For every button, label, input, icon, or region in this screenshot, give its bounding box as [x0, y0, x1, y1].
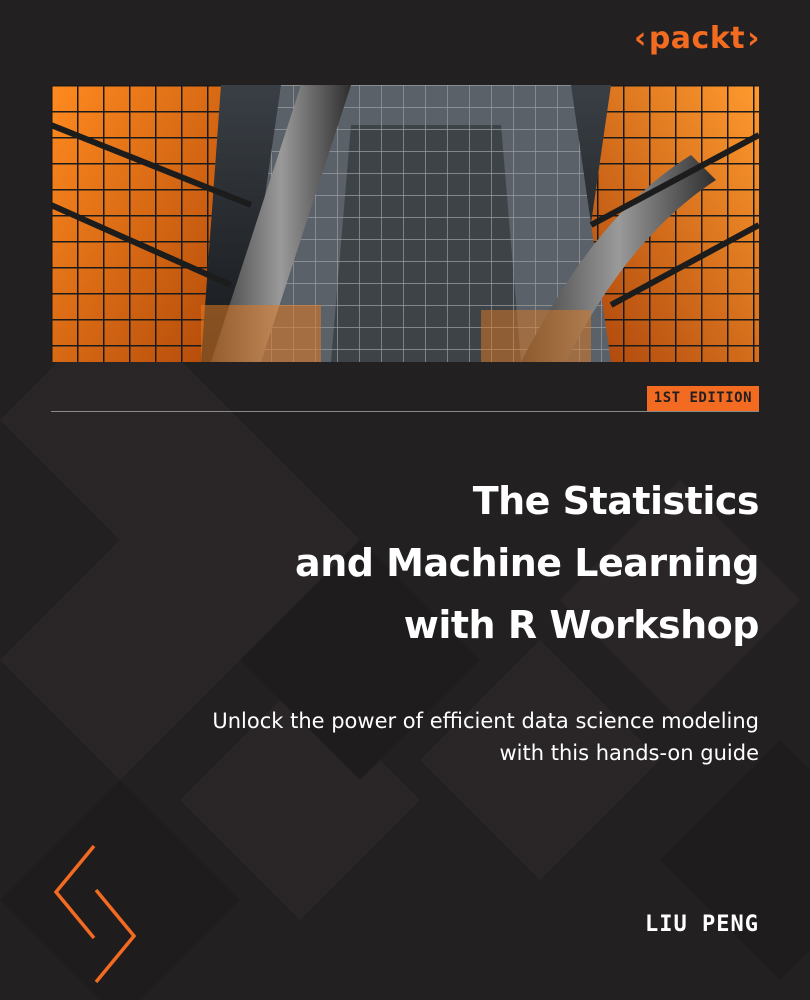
author-name: LIU PENG: [645, 912, 759, 937]
title-line: with R Workshop: [403, 603, 760, 647]
edition-badge: 1ST EDITION: [646, 386, 759, 411]
title-line: and Machine Learning: [295, 541, 759, 585]
logo-wordmark: packt: [648, 21, 746, 56]
subtitle-line: Unlock the power of efficient data scien…: [212, 709, 759, 733]
logo-right-bracket: ›: [747, 21, 760, 56]
divider-rule: [51, 411, 759, 412]
book-subtitle: Unlock the power of efficient data scien…: [159, 705, 759, 769]
packt-logo: ‹ packt ›: [634, 24, 760, 54]
title-line: The Statistics: [472, 479, 760, 523]
chevron-icon: [53, 844, 137, 984]
logo-left-bracket: ‹: [633, 21, 647, 56]
subtitle-line: with this hands-on guide: [499, 741, 759, 765]
cover-photo: [51, 85, 759, 362]
book-cover: ‹ packt › 1ST EDITION The Statistics and…: [0, 0, 810, 1000]
atrium-photo-icon: [51, 85, 759, 362]
book-title: The Statistics and Machine Learning with…: [99, 470, 759, 656]
